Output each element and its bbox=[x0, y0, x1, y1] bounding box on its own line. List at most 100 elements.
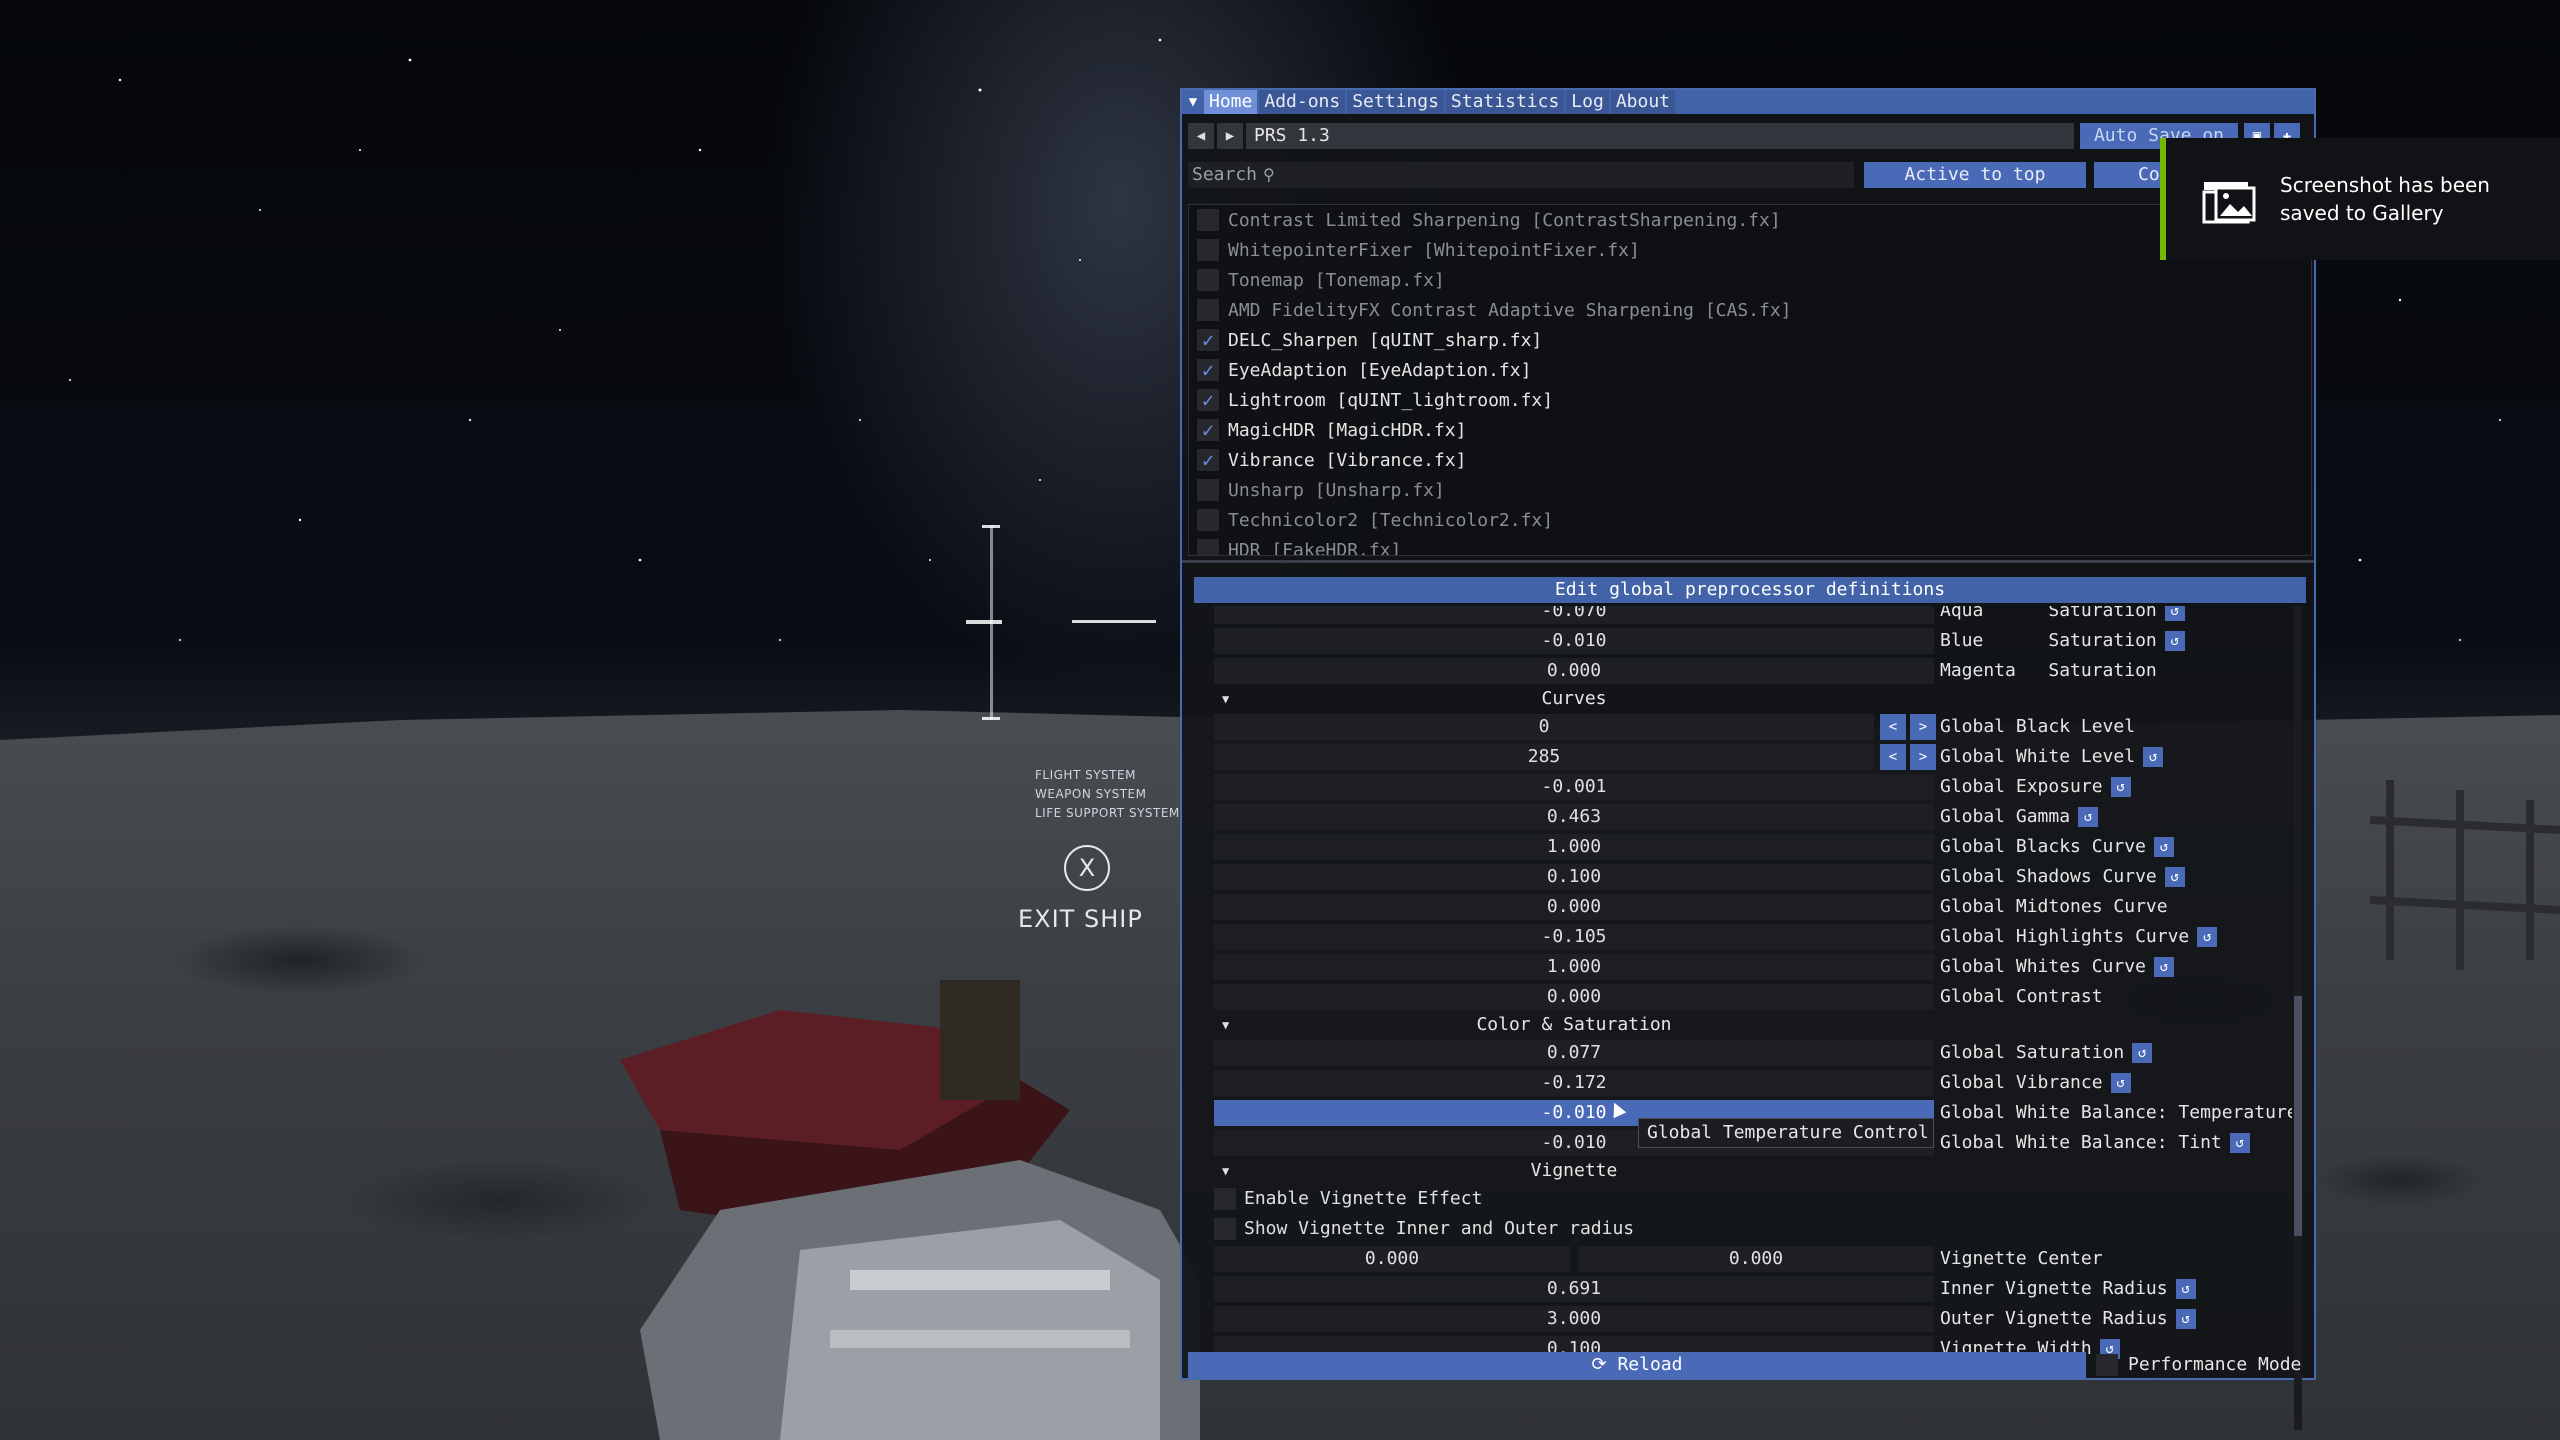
parameter-value-slider[interactable]: 0.000 bbox=[1214, 658, 1934, 684]
parameter-value-slider[interactable]: 0 bbox=[1214, 714, 1874, 740]
parameter-value-slider[interactable]: -0.105 bbox=[1214, 924, 1934, 950]
effect-checkbox[interactable]: ✓ bbox=[1197, 449, 1219, 471]
decrement-button[interactable]: < bbox=[1880, 744, 1906, 770]
section-title: Color & Saturation bbox=[1476, 1014, 1672, 1035]
effect-row[interactable]: Unsharp [Unsharp.fx] bbox=[1189, 475, 2311, 505]
parameter-value-slider[interactable]: 3.000 bbox=[1214, 1306, 1934, 1332]
effect-checkbox[interactable]: ✓ bbox=[1197, 389, 1219, 411]
effect-row[interactable]: ✓ EyeAdaption [EyeAdaption.fx] bbox=[1189, 355, 2311, 385]
effect-checkbox[interactable] bbox=[1197, 239, 1219, 261]
effect-row[interactable]: ✓ Lightroom [qUINT_lightroom.fx] bbox=[1189, 385, 2311, 415]
parameter-value-slider[interactable]: 0.463 bbox=[1214, 804, 1934, 830]
tab-log[interactable]: Log bbox=[1566, 90, 1609, 114]
reset-icon[interactable]: ↺ bbox=[2164, 606, 2185, 621]
parameter-row: 0.000 Global Contrast bbox=[1214, 982, 2292, 1012]
effect-row[interactable]: HDR [FakeHDR.fx] bbox=[1189, 535, 2311, 555]
notification-text: Screenshot has been saved to Gallery bbox=[2280, 173, 2490, 225]
increment-button[interactable]: > bbox=[1910, 744, 1936, 770]
tab-settings[interactable]: Settings bbox=[1347, 90, 1444, 114]
reload-icon: ⟳ bbox=[1591, 1354, 1618, 1375]
reset-icon[interactable]: ↺ bbox=[2153, 957, 2174, 977]
vignette-center-x-slider[interactable]: 0.000 bbox=[1214, 1246, 1570, 1272]
effect-row[interactable]: AMD FidelityFX Contrast Adaptive Sharpen… bbox=[1189, 295, 2311, 325]
effect-checkbox[interactable]: ✓ bbox=[1197, 329, 1219, 351]
effect-row[interactable]: Technicolor2 [Technicolor2.fx] bbox=[1189, 505, 2311, 535]
tab-statistics[interactable]: Statistics bbox=[1445, 90, 1565, 114]
reset-icon[interactable]: ↺ bbox=[2153, 837, 2174, 857]
effect-row[interactable]: WhitepointerFixer [WhitepointFixer.fx] bbox=[1189, 235, 2311, 265]
previous-preset-button[interactable]: ◀ bbox=[1188, 123, 1214, 149]
tab-about[interactable]: About bbox=[1610, 90, 1675, 114]
panel-splitter[interactable] bbox=[1182, 560, 2314, 563]
parameter-value-slider[interactable]: 0.077 bbox=[1214, 1040, 1934, 1066]
vignette-center-y-slider[interactable]: 0.000 bbox=[1578, 1246, 1934, 1272]
parameter-name: Global White Level bbox=[1940, 746, 2136, 767]
parameter-value-slider[interactable]: -0.070 bbox=[1214, 606, 1934, 624]
reset-icon[interactable]: ↺ bbox=[2197, 927, 2218, 947]
section-header[interactable]: ▼ Vignette bbox=[1214, 1158, 2292, 1184]
parameter-value-slider[interactable]: -0.172 bbox=[1214, 1070, 1934, 1096]
reset-icon[interactable]: ↺ bbox=[2164, 867, 2185, 887]
parameter-scrollbar[interactable] bbox=[2294, 606, 2302, 1430]
reset-icon[interactable]: ↺ bbox=[2110, 1073, 2131, 1093]
section-header[interactable]: ▼ Color & Saturation bbox=[1214, 1012, 2292, 1038]
vignette-checkbox-row[interactable]: Enable Vignette Effect bbox=[1214, 1184, 2292, 1214]
effect-checkbox[interactable] bbox=[1197, 269, 1219, 291]
scrollbar-thumb[interactable] bbox=[2294, 996, 2302, 1236]
reload-button[interactable]: ⟳ Reload bbox=[1188, 1352, 2086, 1378]
section-header[interactable]: ▼ Curves bbox=[1214, 686, 2292, 712]
reset-icon[interactable]: ↺ bbox=[2164, 631, 2185, 651]
effect-checkbox[interactable]: ✓ bbox=[1197, 359, 1219, 381]
effect-checkbox[interactable] bbox=[1197, 509, 1219, 531]
reset-icon[interactable]: ↺ bbox=[2078, 807, 2099, 827]
performance-mode-checkbox[interactable] bbox=[2096, 1354, 2118, 1376]
window-collapse-icon[interactable]: ▼ bbox=[1182, 90, 1204, 114]
parameter-value-slider[interactable]: 1.000 bbox=[1214, 834, 1934, 860]
preset-selector[interactable]: PRS 1.3 bbox=[1246, 123, 2074, 149]
effect-name: Vibrance [Vibrance.fx] bbox=[1228, 449, 1467, 471]
vignette-checkbox[interactable] bbox=[1214, 1218, 1236, 1240]
reset-icon[interactable]: ↺ bbox=[2132, 1043, 2153, 1063]
reset-icon[interactable]: ↺ bbox=[2110, 777, 2131, 797]
active-to-top-button[interactable]: Active to top bbox=[1864, 162, 2086, 188]
effect-checkbox[interactable] bbox=[1197, 539, 1219, 555]
next-preset-button[interactable]: ▶ bbox=[1217, 123, 1243, 149]
parameter-row: -0.010 Blue Saturation ↺ bbox=[1214, 626, 2292, 656]
parameter-value-slider[interactable]: 285 bbox=[1214, 744, 1874, 770]
increment-button[interactable]: > bbox=[1910, 714, 1936, 740]
effect-row[interactable]: Contrast Limited Sharpening [ContrastSha… bbox=[1189, 205, 2311, 235]
parameter-label: Global White Balance: Temperature bbox=[1940, 1098, 2292, 1128]
reset-icon[interactable]: ↺ bbox=[2175, 1279, 2196, 1299]
checkmark-icon: ✓ bbox=[1201, 388, 1215, 412]
parameter-value-slider[interactable]: 1.000 bbox=[1214, 954, 1934, 980]
reset-icon[interactable]: ↺ bbox=[2229, 1133, 2250, 1153]
tab-home[interactable]: Home bbox=[1204, 90, 1258, 114]
effect-row[interactable]: ✓ Vibrance [Vibrance.fx] bbox=[1189, 445, 2311, 475]
reset-icon[interactable]: ↺ bbox=[2175, 1309, 2196, 1329]
effect-row[interactable]: ✓ MagicHDR [MagicHDR.fx] bbox=[1189, 415, 2311, 445]
parameter-row: 0.100 Global Shadows Curve ↺ bbox=[1214, 862, 2292, 892]
parameter-name: Global Whites Curve bbox=[1940, 956, 2146, 977]
decrement-button[interactable]: < bbox=[1880, 714, 1906, 740]
effect-checkbox[interactable] bbox=[1197, 479, 1219, 501]
effect-checkbox[interactable] bbox=[1197, 209, 1219, 231]
parameter-name: Global Blacks Curve bbox=[1940, 836, 2146, 857]
parameter-value-slider[interactable]: -0.010 bbox=[1214, 628, 1934, 654]
vignette-checkbox-row[interactable]: Show Vignette Inner and Outer radius bbox=[1214, 1214, 2292, 1244]
effect-row[interactable]: ✓ DELC_Sharpen [qUINT_sharp.fx] bbox=[1189, 325, 2311, 355]
parameter-value-slider[interactable]: 0.691 bbox=[1214, 1276, 1934, 1302]
parameter-row: 3.000 Outer Vignette Radius ↺ bbox=[1214, 1304, 2292, 1334]
parameter-label: Inner Vignette Radius ↺ bbox=[1940, 1274, 2196, 1304]
reset-icon[interactable]: ↺ bbox=[2143, 747, 2164, 767]
tab-add-ons[interactable]: Add-ons bbox=[1259, 90, 1346, 114]
edit-preprocessor-definitions-button[interactable]: Edit global preprocessor definitions bbox=[1194, 577, 2306, 603]
effect-checkbox[interactable]: ✓ bbox=[1197, 419, 1219, 441]
search-input[interactable]: Search ⚲ bbox=[1188, 162, 1854, 188]
vignette-checkbox[interactable] bbox=[1214, 1188, 1236, 1210]
effect-checkbox[interactable] bbox=[1197, 299, 1219, 321]
parameter-value-slider[interactable]: 0.100 bbox=[1214, 864, 1934, 890]
parameter-value-slider[interactable]: 0.000 bbox=[1214, 894, 1934, 920]
parameter-value-slider[interactable]: 0.000 bbox=[1214, 984, 1934, 1010]
effect-row[interactable]: Tonemap [Tonemap.fx] bbox=[1189, 265, 2311, 295]
parameter-value-slider[interactable]: -0.001 bbox=[1214, 774, 1934, 800]
